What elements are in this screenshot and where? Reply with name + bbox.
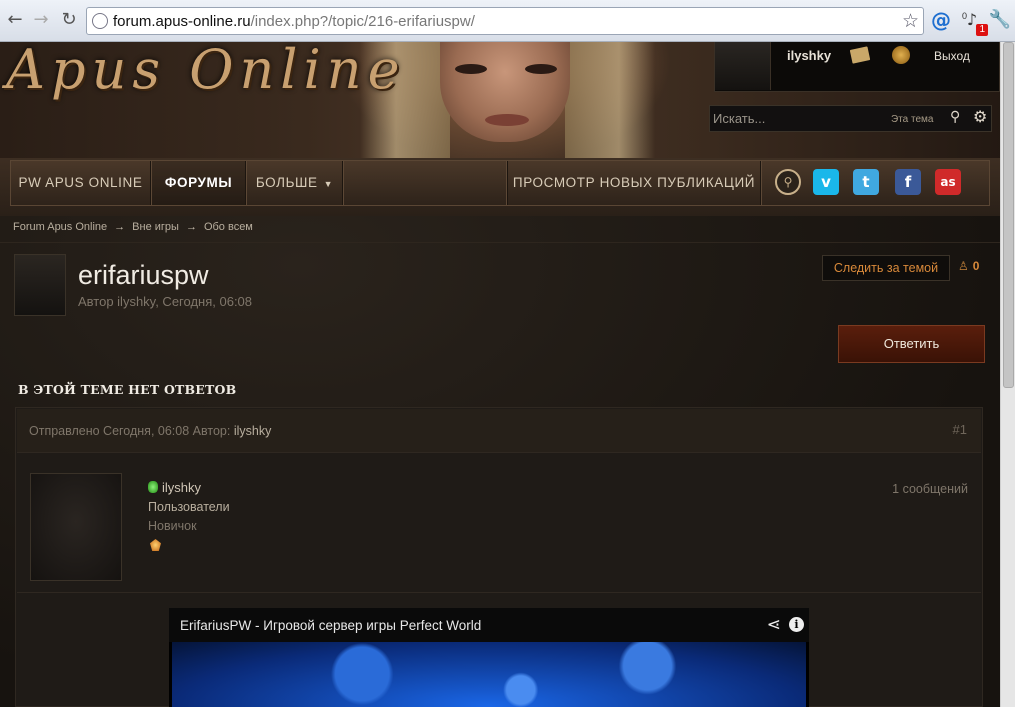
breadcrumb-item[interactable]: Вне игры: [132, 221, 179, 233]
breadcrumb: Forum Apus Online → Вне игры → Обо всем: [13, 221, 253, 233]
notification-small-count: 0: [962, 11, 968, 21]
logout-link[interactable]: Выход: [934, 49, 970, 63]
author-group: Пользователи: [148, 500, 230, 514]
back-icon[interactable]: ←: [4, 9, 26, 31]
notifications-icon[interactable]: [892, 46, 910, 64]
video-frame[interactable]: [172, 642, 806, 707]
share-icon[interactable]: ⋖: [767, 615, 781, 635]
main-nav: PW Apus Online Форумы Больше ▼ Просмотр н…: [0, 158, 1000, 216]
search-input[interactable]: [713, 108, 873, 129]
browser-toolbar: ← → ↻ forum.apus-online.ru/index.php?/to…: [0, 0, 1015, 42]
topic-meta: Автор ilyshky, Сегодня, 06:08: [78, 294, 253, 309]
user-panel: ilyshky Выход: [714, 42, 1000, 92]
nav-label: Просмотр новых публикаций: [512, 175, 756, 190]
lastfm-icon[interactable]: as: [935, 169, 961, 195]
avatar[interactable]: [14, 254, 66, 316]
page-title: erifariuspw: [78, 260, 209, 290]
breadcrumb-item[interactable]: Обо всем: [204, 221, 253, 233]
author-name[interactable]: ilyshky: [148, 480, 201, 495]
no-replies-heading: В ЭТОЙ ТЕМЕ НЕТ ОТВЕТОВ: [18, 382, 237, 397]
wrench-icon[interactable]: 🔧: [988, 8, 1012, 32]
avatar[interactable]: [30, 473, 122, 581]
followers-count[interactable]: ♙ 0: [958, 259, 979, 273]
vimeo-icon[interactable]: v: [813, 169, 839, 195]
nav-inner: PW Apus Online Форумы Больше ▼ Просмотр н…: [10, 160, 990, 206]
address-bar[interactable]: forum.apus-online.ru/index.php?/topic/21…: [86, 7, 924, 35]
video-title-bar: ErifariusPW - Игровой сервер игры Perfec…: [169, 608, 809, 642]
search-box: Эта тема ⚲ ⚙: [709, 105, 992, 132]
rank-badge-icon: [150, 539, 161, 551]
nav-label: PW Apus Online: [18, 175, 143, 190]
follow-topic-button[interactable]: Следить за темой: [822, 255, 950, 281]
avatar[interactable]: [715, 42, 771, 90]
nav-item-pw-apus-online[interactable]: PW Apus Online: [11, 161, 151, 205]
nav-label: Больше: [255, 175, 318, 190]
search-scope[interactable]: Эта тема: [891, 114, 933, 125]
followers-icon: ♙: [958, 259, 969, 273]
url-text[interactable]: forum.apus-online.ru/index.php?/topic/21…: [113, 13, 475, 30]
banner-lips: [485, 114, 529, 126]
forward-icon[interactable]: →: [30, 9, 52, 31]
post-date-text: Отправлено Сегодня, 06:08 Автор:: [29, 424, 231, 438]
user-name[interactable]: ilyshky: [787, 48, 831, 63]
search-icon[interactable]: ⚲: [950, 109, 960, 125]
post-number[interactable]: #1: [953, 422, 967, 437]
nav-label: Форумы: [164, 175, 233, 190]
post: Отправлено Сегодня, 06:08 Автор: ilyshky…: [15, 407, 983, 707]
gear-icon[interactable]: ⚙: [973, 107, 987, 126]
arrow-icon: →: [114, 221, 126, 233]
author-name-text: ilyshky: [162, 480, 202, 495]
info-icon[interactable]: i: [789, 617, 804, 632]
globe-icon: [92, 13, 108, 29]
arrow-icon: →: [185, 221, 197, 233]
site-logo[interactable]: Apus Online: [6, 43, 406, 97]
facebook-icon[interactable]: f: [895, 169, 921, 195]
post-date: Отправлено Сегодня, 06:08 Автор: ilyshky: [29, 424, 271, 438]
post-count: 1 сообщений: [892, 482, 968, 496]
banner-eye: [525, 64, 557, 74]
mail-icon[interactable]: @: [929, 8, 953, 32]
pin-icon[interactable]: ⚲: [775, 169, 801, 195]
page-content: Forum Apus Online → Вне игры → Обо всем erif…: [0, 216, 1000, 707]
star-icon[interactable]: ☆: [902, 10, 919, 32]
banner-face: [440, 42, 570, 142]
post-header: Отправлено Сегодня, 06:08 Автор: ilyshky…: [17, 409, 981, 453]
nav-item-forums[interactable]: Форумы: [152, 161, 246, 205]
video-embed[interactable]: ErifariusPW - Игровой сервер игры Perfec…: [169, 608, 809, 707]
reload-icon[interactable]: ↻: [58, 9, 80, 31]
scrollbar[interactable]: [1000, 42, 1015, 707]
post-author-link[interactable]: ilyshky: [234, 424, 272, 438]
reply-button[interactable]: Ответить: [838, 325, 985, 363]
divider: [17, 592, 981, 593]
banner-eye: [455, 64, 487, 74]
author-rank: Новичок: [148, 519, 197, 533]
video-title[interactable]: ErifariusPW - Игровой сервер игры Perfec…: [180, 618, 481, 633]
messages-icon[interactable]: [849, 46, 871, 64]
nav-item-more[interactable]: Больше ▼: [247, 161, 343, 205]
twitter-icon[interactable]: t: [853, 169, 879, 195]
breadcrumb-item[interactable]: Forum Apus Online: [13, 221, 107, 233]
bell-icon[interactable]: ♪ 0 1: [960, 8, 988, 36]
divider: [0, 242, 1000, 243]
nav-item-new-content[interactable]: Просмотр новых публикаций: [507, 161, 761, 205]
online-status-icon: [148, 481, 158, 493]
caret-down-icon: ▼: [323, 179, 334, 189]
notification-badge: 1: [976, 24, 988, 36]
scrollbar-thumb[interactable]: [1003, 42, 1014, 388]
followers-value: 0: [972, 259, 980, 273]
banner-art: [565, 42, 655, 158]
